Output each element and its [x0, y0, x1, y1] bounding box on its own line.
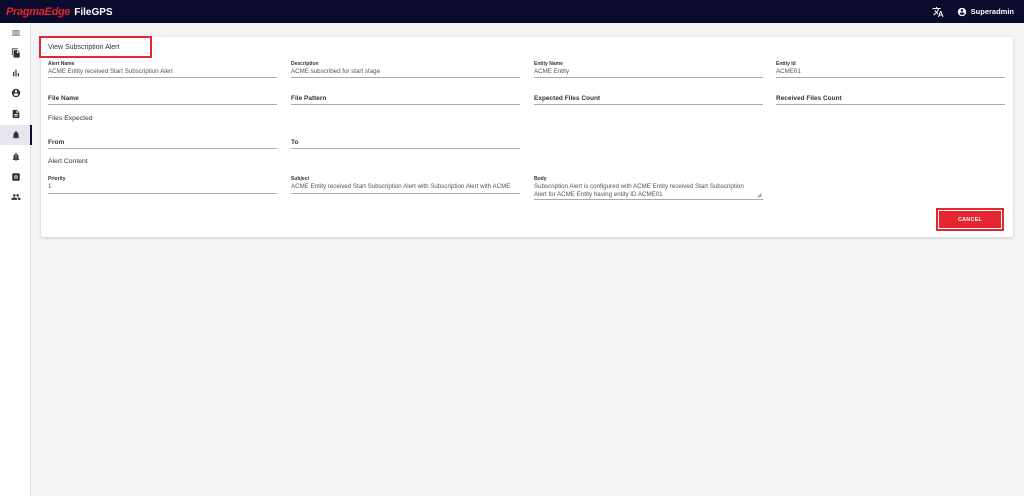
received-files-count-field[interactable]: Received Files Count [776, 94, 1005, 105]
brand-logo: PragmaEdge [6, 5, 71, 18]
files-expected-heading: Files Expected [48, 115, 93, 122]
cancel-button[interactable]: CANCEL [939, 211, 1001, 228]
entity-id-value: ACME01 [776, 68, 801, 75]
file-name-field[interactable]: File Name [48, 94, 277, 105]
user-name: Superadmin [970, 7, 1014, 16]
to-field[interactable]: To [291, 138, 520, 149]
files-icon[interactable] [0, 43, 31, 63]
entity-name-field[interactable]: Entity Name ACME Entity [534, 61, 763, 78]
app-name: FileGPS [74, 6, 113, 18]
translate-icon[interactable] [931, 5, 945, 19]
alert-name-value: ACME Entity received Start Subscription … [48, 68, 173, 75]
file-pattern-field[interactable]: File Pattern [291, 94, 520, 105]
entity-name-label: Entity Name [534, 61, 563, 67]
sidebar [0, 23, 32, 496]
alert-name-field[interactable]: Alert Name ACME Entity received Start Su… [48, 61, 277, 78]
body-label: Body [534, 176, 547, 182]
user-menu[interactable]: Superadmin [957, 7, 1014, 17]
resize-handle-icon[interactable] [756, 192, 762, 198]
account-icon[interactable] [0, 83, 31, 103]
subject-field[interactable]: Subject ACME Entity received Start Subsc… [291, 176, 520, 194]
file-pattern-label: File Pattern [291, 95, 327, 102]
from-label: From [48, 139, 65, 146]
account-circle-icon [957, 7, 966, 16]
expected-files-count-label: Expected Files Count [534, 95, 601, 102]
entity-name-value: ACME Entity [534, 68, 570, 75]
top-app-bar: PragmaEdge FileGPS Superadmin [0, 0, 1024, 23]
subject-value: ACME Entity received Start Subscription … [291, 183, 511, 190]
entity-id-label: Entity Id [776, 61, 796, 67]
received-files-count-label: Received Files Count [776, 95, 842, 102]
menu-icon[interactable] [0, 23, 31, 43]
page-title: View Subscription Alert [48, 44, 120, 51]
bell-icon[interactable] [0, 125, 32, 145]
bar-chart-icon[interactable] [0, 63, 31, 83]
brand[interactable]: PragmaEdge FileGPS [6, 6, 113, 18]
priority-field[interactable]: Priority 1 [48, 176, 277, 194]
alert-content-heading: Alert Content [48, 158, 88, 165]
entity-id-field[interactable]: Entity Id ACME01 [776, 61, 1005, 78]
users-icon[interactable] [0, 187, 31, 207]
subject-label: Subject [291, 176, 310, 182]
priority-value: 1 [48, 183, 52, 190]
alert-name-label: Alert Name [48, 61, 75, 67]
notification-icon[interactable] [0, 147, 31, 167]
description-label: Description [291, 61, 319, 67]
description-field[interactable]: Description ACME subscribed for start st… [291, 61, 520, 78]
settings-box-icon[interactable] [0, 167, 31, 187]
from-field[interactable]: From [48, 138, 277, 149]
body-value: Subscription Alert is configured with AC… [534, 183, 744, 198]
expected-files-count-field[interactable]: Expected Files Count [534, 94, 763, 105]
file-name-label: File Name [48, 95, 79, 102]
description-value: ACME subscribed for start stage [291, 68, 381, 75]
body-field[interactable]: Body Subscription Alert is configured wi… [534, 176, 763, 200]
priority-label: Priority [48, 176, 66, 182]
document-icon[interactable] [0, 104, 31, 124]
to-label: To [291, 139, 299, 146]
